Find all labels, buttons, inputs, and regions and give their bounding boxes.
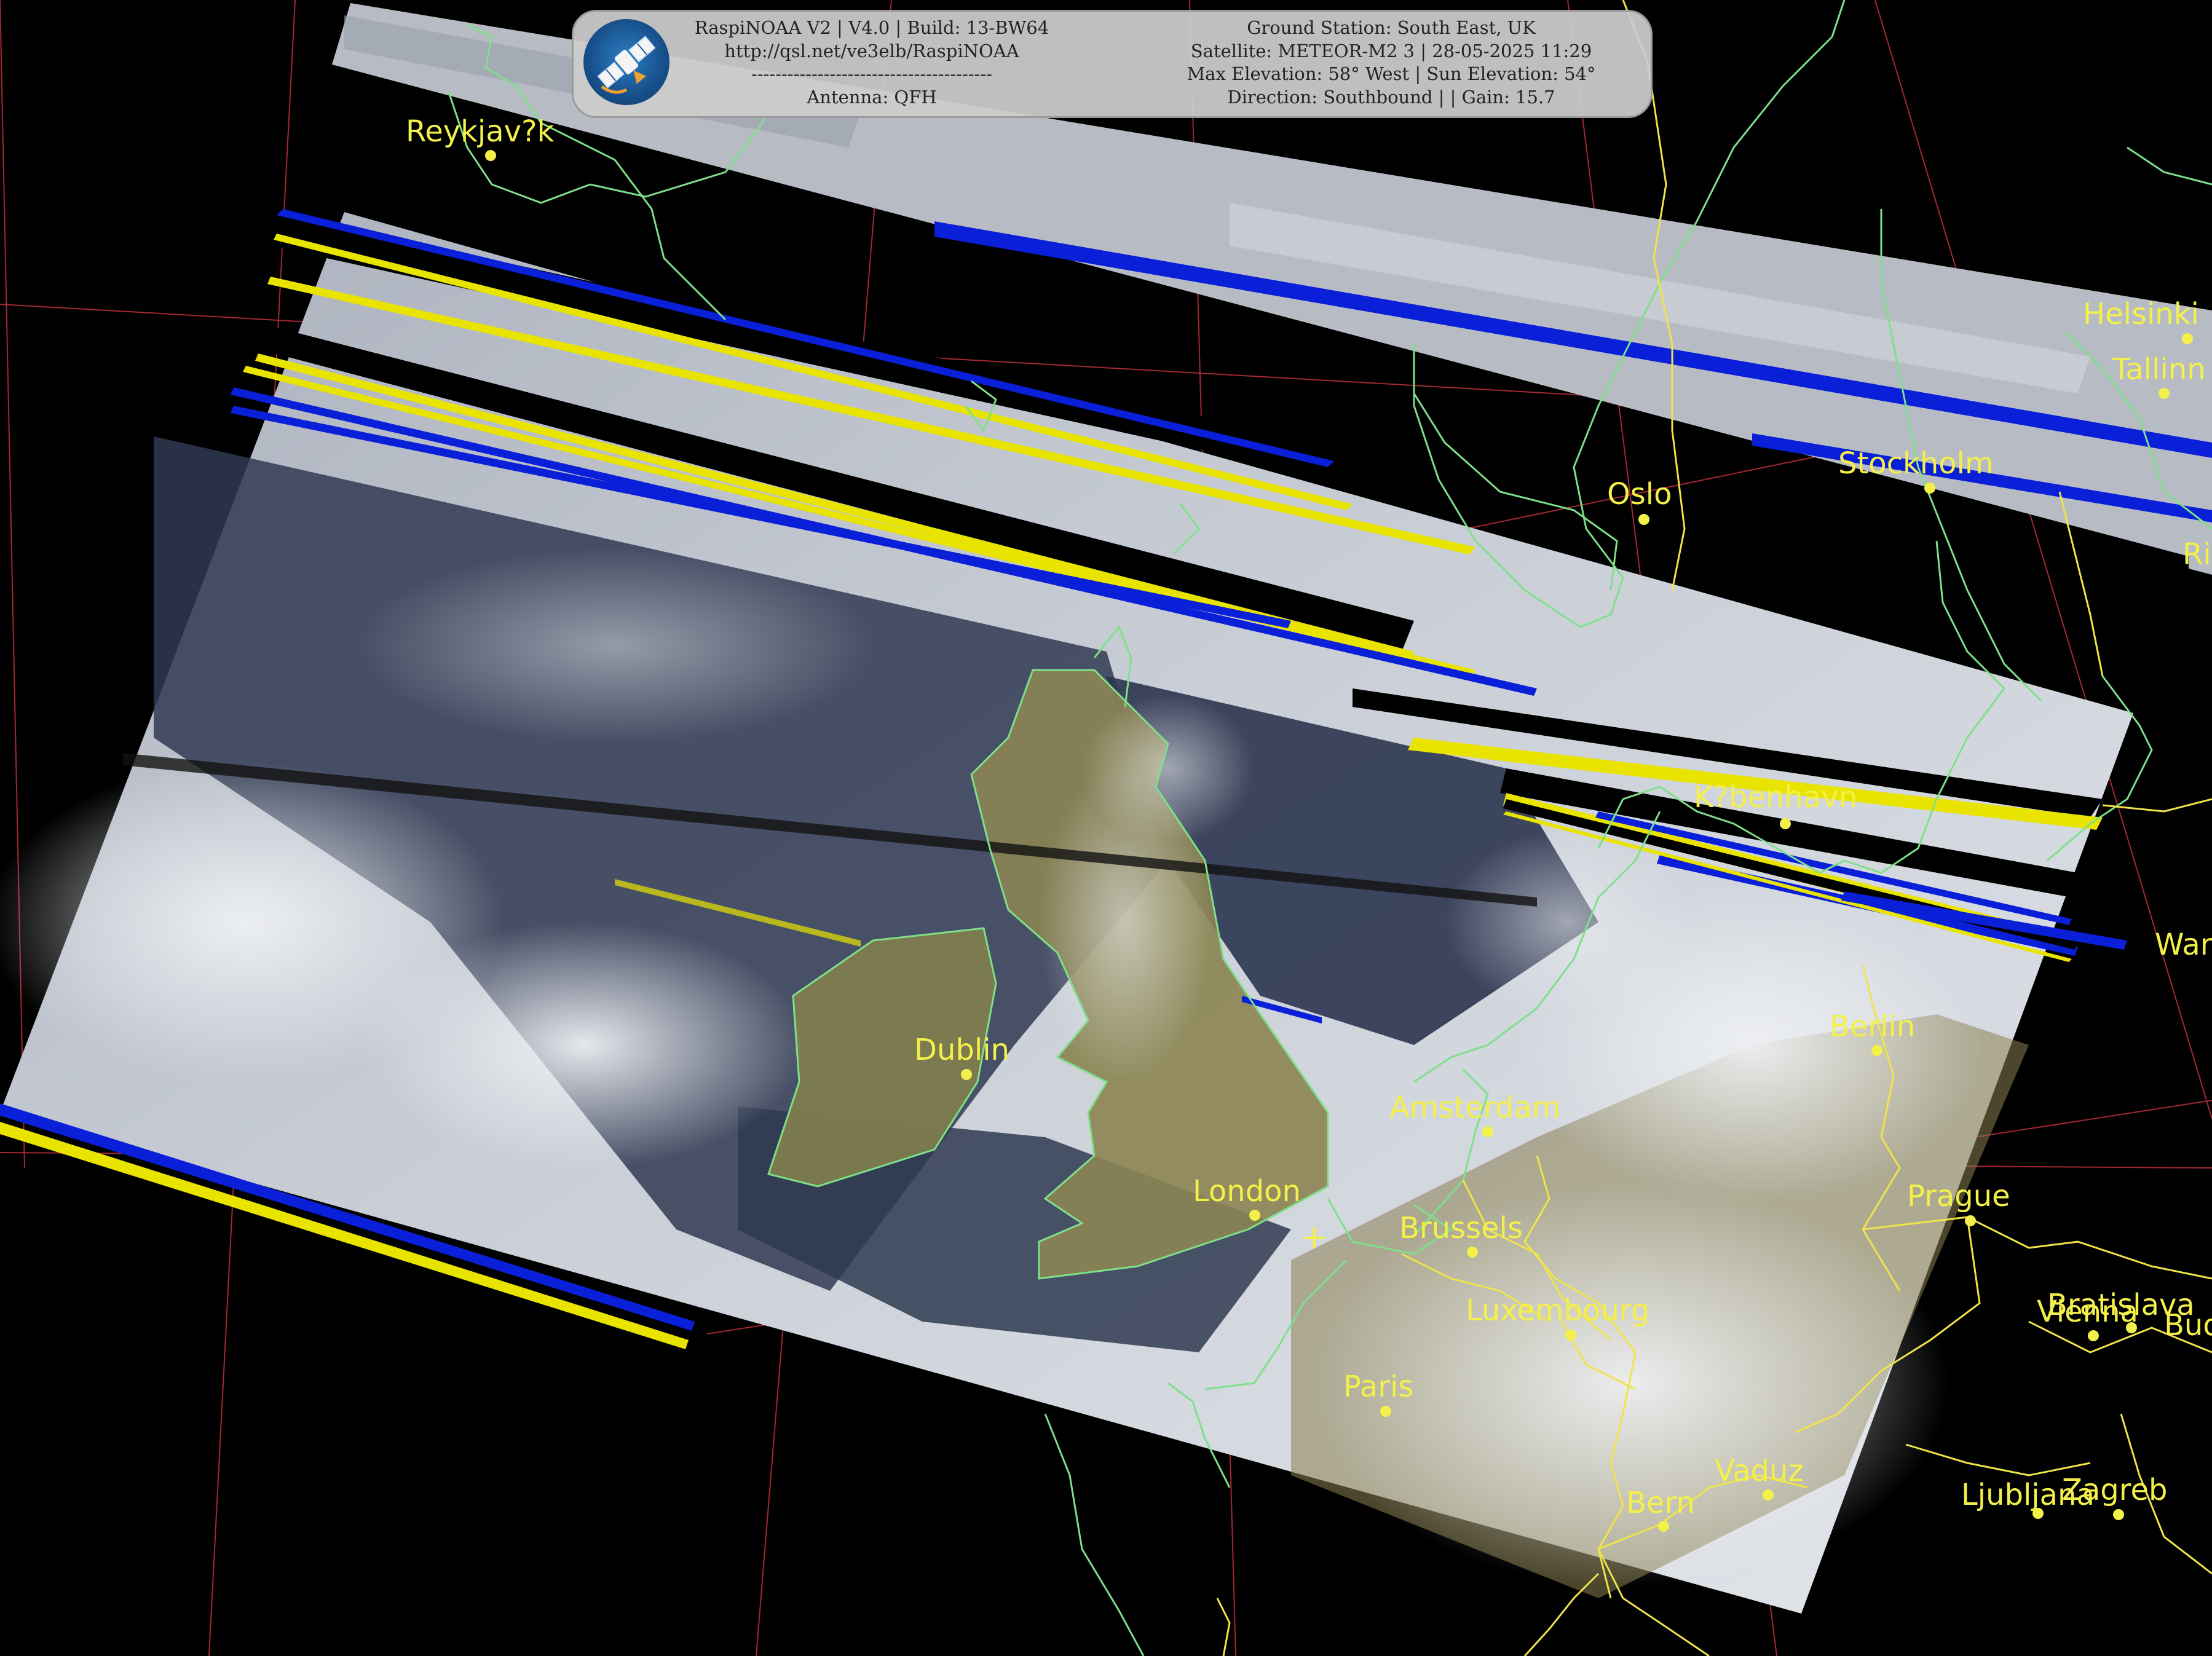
city-label-brussels: Brussels [1399,1211,1523,1245]
city-dot-london [1249,1210,1260,1221]
city-label-budapest: Bud [2164,1308,2212,1343]
city-label-tallinn: Tallinn [2112,352,2206,387]
antenna-line: Antenna: QFH [807,86,937,108]
city-dot-helsinki [2182,333,2193,344]
url-line: http://qsl.net/ve3elb/RaspiNOAA [724,40,1019,61]
city-label-riga: Ri [2182,537,2211,572]
city-dot-reykjavik [485,150,496,161]
separator-line: ---------------------------------------- [751,63,992,84]
city-dot-bern [1658,1521,1669,1532]
satellite-icon [583,19,670,105]
city-label-vienna: Vienna [2037,1295,2138,1329]
satellite-map: + Reykjav?k Helsinki Tallinn Stockholm O… [0,0,2212,1656]
software-line: RaspiNOAA V2 | V4.0 | Build: 13-BW64 [694,17,1049,38]
city-label-helsinki: Helsinki [2083,297,2199,331]
ground-station-marker: + [1301,1219,1328,1256]
city-dot-kobenhavn [1780,818,1791,829]
city-label-warsaw: War [2155,928,2212,962]
city-dot-stockholm [1924,483,1935,494]
elevation-line: Max Elevation: 58° West | Sun Elevation:… [1187,63,1596,84]
city-label-amsterdam: Amsterdam [1389,1090,1560,1125]
city-label-kobenhavn: K?benhavn [1694,780,1857,814]
city-label-paris: Paris [1343,1370,1413,1404]
city-dot-amsterdam [1482,1126,1493,1137]
ground-station-line: Ground Station: South East, UK [1247,17,1536,38]
direction-line: Direction: Southbound | | Gain: 15.7 [1227,86,1555,108]
city-label-prague: Prague [1907,1179,2010,1213]
city-dot-vienna [2088,1330,2099,1341]
city-label-zagreb: Zagreb [2062,1473,2167,1507]
city-label-dublin: Dublin [914,1033,1009,1067]
city-dot-luxembourg [1565,1330,1576,1341]
city-label-oslo: Oslo [1607,477,1672,511]
pass-info-panel: RaspiNOAA V2 | V4.0 | Build: 13-BW64 htt… [572,10,1653,118]
city-dot-oslo [1638,514,1649,525]
city-label-london: London [1193,1174,1301,1208]
city-dot-zagreb [2113,1509,2124,1520]
city-label-bern: Bern [1626,1486,1695,1520]
city-label-stockholm: Stockholm [1838,446,1994,481]
city-label-vaduz: Vaduz [1715,1454,1804,1488]
city-dot-vaduz [1763,1489,1774,1500]
city-label-luxembourg: Luxembourg [1466,1293,1649,1328]
city-dot-berlin [1871,1045,1882,1056]
city-dot-paris [1380,1406,1391,1417]
city-dot-prague [1965,1215,1976,1226]
city-dot-brussels [1467,1247,1478,1258]
satellite-line: Satellite: METEOR-M2 3 | 28-05-2025 11:2… [1190,40,1592,61]
city-label-reykjavik: Reykjav?k [406,114,555,149]
city-label-berlin: Berlin [1830,1009,1915,1044]
city-dot-dublin [961,1069,972,1080]
city-dot-tallinn [2159,388,2170,399]
